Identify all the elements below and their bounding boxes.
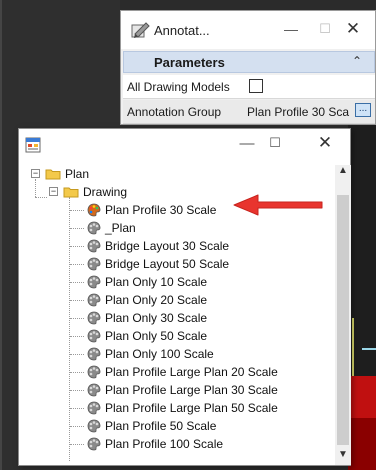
scroll-up-icon[interactable]: ▲ <box>335 165 351 181</box>
canvas-dark-red-area <box>348 418 376 470</box>
annotation-window-title: Annotat... <box>154 23 210 38</box>
tree-connector <box>70 318 84 319</box>
tree-node-label: Plan <box>65 167 90 181</box>
canvas-line <box>362 348 376 350</box>
picker-titlebar[interactable]: — ☐ ✕ <box>19 129 350 165</box>
vertical-scrollbar[interactable]: ▲ ▼ <box>335 165 351 465</box>
annotation-group-label: Plan Profile Large Plan 20 Scale <box>105 365 278 379</box>
tree-connector <box>70 336 84 337</box>
drawing-canvas-background <box>348 118 376 470</box>
minimize-button[interactable]: — <box>235 135 259 152</box>
palette-icon <box>87 311 101 325</box>
minimize-button[interactable]: — <box>281 21 301 37</box>
collapse-expander[interactable]: − <box>31 169 40 178</box>
annotation-group-item[interactable]: Plan Profile Large Plan 50 Scale <box>19 399 319 417</box>
tree-connector <box>70 282 84 283</box>
tree-connector <box>70 372 84 373</box>
annotation-group-label: Plan Only 30 Scale <box>105 311 208 325</box>
annotation-group-item[interactable]: _Plan <box>19 219 319 237</box>
parameters-label: Parameters <box>154 55 225 70</box>
palette-icon <box>87 347 101 361</box>
annotation-group-label: Plan Only 10 Scale <box>105 275 208 289</box>
window-icon <box>25 137 41 153</box>
annotation-group-item[interactable]: Bridge Layout 50 Scale <box>19 255 319 273</box>
annotation-group-label: Plan Profile Large Plan 30 Scale <box>105 383 278 397</box>
palette-icon <box>87 239 101 253</box>
tree-connector <box>70 426 84 427</box>
all-drawing-models-checkbox[interactable] <box>249 79 263 93</box>
annotation-group-label: Plan Profile 30 Scale <box>105 203 217 217</box>
property-row-all-drawing-models: All Drawing Models <box>123 75 375 99</box>
palette-icon <box>87 401 101 415</box>
background-edge <box>0 0 2 470</box>
annotation-app-icon <box>131 22 150 38</box>
palette-icon <box>87 419 101 433</box>
tree-connector <box>70 228 84 229</box>
close-button[interactable]: ✕ <box>313 133 337 153</box>
parameters-section-header[interactable]: Parameters ⌃ <box>123 51 375 73</box>
tree-node-plan[interactable]: − Plan <box>19 165 319 183</box>
tree-connector <box>70 390 84 391</box>
scrollbar-thumb[interactable] <box>337 195 349 445</box>
annotation-group-item[interactable]: Plan Only 10 Scale <box>19 273 319 291</box>
property-label: Annotation Group <box>127 105 222 119</box>
tree-connector <box>70 300 84 301</box>
annotation-group-label: Plan Profile 50 Scale <box>105 419 217 433</box>
annotation-group-item[interactable]: Plan Profile Large Plan 30 Scale <box>19 381 319 399</box>
annotation-group-label: Plan Profile 100 Scale <box>105 437 224 451</box>
palette-icon <box>87 293 101 307</box>
annotation-group-label: Plan Profile Large Plan 50 Scale <box>105 401 278 415</box>
close-button[interactable]: ✕ <box>339 19 367 39</box>
collapse-chevron-icon[interactable]: ⌃ <box>352 54 362 68</box>
annotation-group-value[interactable]: Plan Profile 30 Sca <box>247 105 367 119</box>
property-row-annotation-group: Annotation Group Plan Profile 30 Sca ... <box>123 100 375 124</box>
annotation-group-item[interactable]: Bridge Layout 30 Scale <box>19 237 319 255</box>
tree-connector <box>70 444 84 445</box>
annotation-group-label: Plan Only 100 Scale <box>105 347 214 361</box>
collapse-expander[interactable]: − <box>49 187 58 196</box>
tree-connector <box>70 264 84 265</box>
annotation-titlebar[interactable]: Annotat... — ☐ ✕ <box>121 11 375 49</box>
palette-icon <box>87 221 101 235</box>
tree-node-label: Drawing <box>83 185 128 199</box>
palette-icon <box>87 365 101 379</box>
annotation-window: Annotat... — ☐ ✕ Parameters ⌃ All Drawin… <box>120 10 376 125</box>
annotation-group-item[interactable]: Plan Profile Large Plan 20 Scale <box>19 363 319 381</box>
palette-icon <box>87 275 101 289</box>
annotation-group-item[interactable]: Plan Profile 50 Scale <box>19 417 319 435</box>
red-arrow-callout-icon <box>233 194 323 216</box>
palette-icon <box>87 437 101 451</box>
palette-icon <box>87 257 101 271</box>
annotation-group-item[interactable]: Plan Only 20 Scale <box>19 291 319 309</box>
tree-connector <box>70 408 84 409</box>
canvas-line <box>352 318 354 378</box>
folder-icon <box>45 169 61 180</box>
property-label: All Drawing Models <box>127 80 230 94</box>
palette-icon <box>87 203 101 217</box>
tree-connector <box>70 354 84 355</box>
annotation-group-label: Bridge Layout 30 Scale <box>105 239 230 253</box>
annotation-group-label: Plan Only 20 Scale <box>105 293 208 307</box>
scroll-down-icon[interactable]: ▼ <box>335 449 351 465</box>
maximize-button[interactable]: ☐ <box>263 135 287 151</box>
tree-connector <box>70 246 84 247</box>
annotation-group-picker-window: — ☐ ✕ − Plan − Drawing Plan Profile 30 S… <box>18 128 351 466</box>
annotation-group-item[interactable]: Plan Only 100 Scale <box>19 345 319 363</box>
annotation-group-label: _Plan <box>105 221 136 235</box>
tree-connector <box>70 210 84 211</box>
palette-icon <box>87 383 101 397</box>
annotation-group-item[interactable]: Plan Only 50 Scale <box>19 327 319 345</box>
annotation-group-label: Plan Only 50 Scale <box>105 329 208 343</box>
folder-icon <box>63 187 79 198</box>
palette-icon <box>87 329 101 343</box>
annotation-group-item[interactable]: Plan Only 30 Scale <box>19 309 319 327</box>
annotation-group-item[interactable]: Plan Profile 100 Scale <box>19 435 319 453</box>
annotation-group-label: Bridge Layout 50 Scale <box>105 257 230 271</box>
browse-button[interactable]: ... <box>355 103 371 117</box>
maximize-button[interactable]: ☐ <box>315 21 335 37</box>
